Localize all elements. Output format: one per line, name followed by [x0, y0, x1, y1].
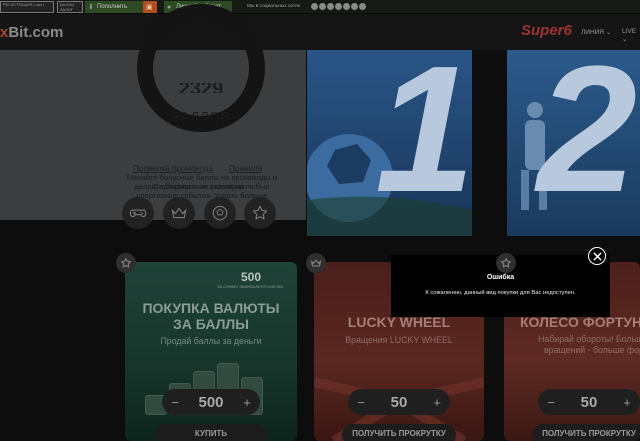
card-3-quantity-stepper: − 50 + [538, 389, 640, 415]
super6-badge[interactable]: Super6 [521, 22, 572, 39]
category-games-button[interactable] [122, 197, 154, 229]
social-icons [311, 3, 366, 10]
youtube-icon[interactable] [351, 3, 358, 10]
ok-icon[interactable] [359, 3, 366, 10]
top-bar: РЕГИСТРАЦИЯ | ник | БАЛЛЫ ЗАЛОГ ⬇ Пополн… [0, 0, 640, 14]
gift-icon: ▣ [146, 4, 153, 11]
site-logo[interactable]: xBit.com [0, 24, 63, 41]
category-vip-button[interactable] [163, 197, 195, 229]
points-box-text: БАЛЛЫ ЗАЛОГ [60, 2, 75, 12]
promo-check-link[interactable]: Проверка промокода [133, 164, 213, 173]
get-spin-button[interactable]: ПОЛУЧИТЬ ПРОКРУТКУ [342, 424, 456, 441]
modal-title: Ошибка [486, 274, 515, 281]
card-1-subtitle: Продай баллы за деньги [160, 336, 262, 346]
download-icon: ⬇ [88, 4, 94, 11]
buy-button[interactable]: КУПИТЬ [155, 424, 267, 441]
card-1-title-line2: ЗА БАЛЛЫ [173, 316, 249, 332]
banner-1-digit: 1 [375, 50, 472, 230]
points-label: БАЛЛОВ [171, 109, 231, 124]
banner-2-digit: 2 [537, 50, 638, 230]
modal-message: К сожалению, данный вид покупки для Вас … [425, 290, 576, 296]
bonus-hero: 2329 БАЛЛОВ Меняйте бонусные баллы на пр… [0, 4, 306, 229]
card-1-favorite-button[interactable] [116, 253, 136, 273]
card-1-title-line1: ПОКУПКА ВАЛЮТЫ [142, 300, 280, 316]
increase-button[interactable]: + [428, 393, 446, 411]
gamepad-icon [129, 209, 147, 218]
star-icon [121, 258, 131, 268]
modal-close-button[interactable] [588, 247, 606, 265]
logo-text: Bit.com [8, 24, 64, 41]
offer-card-currency: 500 ЗА СУММУ, ЭКВИВАЛЕНТНУЮ 500 ПОКУПКА … [125, 262, 297, 441]
nav-live-label: LIVE [622, 28, 637, 35]
card-2-quantity-stepper: − 50 + [348, 389, 450, 415]
card-1-price-sub: ЗА СУММУ, ЭКВИВАЛЕНТНУЮ 500 [217, 284, 284, 289]
promo-banner-1[interactable]: 1 [307, 50, 472, 236]
account-box[interactable]: РЕГИСТРАЦИЯ | ник | [0, 1, 54, 13]
sort-label: Сортировать по категории: [153, 182, 247, 191]
points-value: 2329 [147, 83, 255, 93]
category-favorites-button[interactable] [244, 197, 276, 229]
rules-link[interactable]: Правила [229, 164, 262, 173]
chevron-down-icon: ⌄ [622, 36, 628, 43]
decrease-button[interactable]: − [542, 393, 560, 411]
decrease-button[interactable]: − [166, 393, 184, 411]
star-icon [501, 258, 511, 268]
get-spin-button[interactable]: ПОЛУЧИТЬ ПРОКРУТКУ [532, 424, 640, 441]
crown-icon [171, 207, 187, 219]
account-box-text: РЕГИСТРАЦИЯ | ник | [3, 2, 44, 7]
social-label: Мы в социальных сетях [247, 4, 301, 9]
nav-line-label: ЛИНИЯ [581, 29, 604, 36]
card-3-subtitle-line2: вращений - больше фор [544, 345, 640, 355]
card-3-favorite-button[interactable] [496, 253, 516, 273]
telegram-icon[interactable] [343, 3, 350, 10]
card-1-stepper-value[interactable]: 500 [198, 394, 223, 411]
card-3-stepper-value[interactable]: 50 [581, 394, 598, 411]
site-header: xBit.com Super6 ЛИНИЯ ⌄ LIVE ⌄ [0, 14, 640, 50]
facebook-icon[interactable] [319, 3, 326, 10]
card-2-stepper-value[interactable]: 50 [391, 394, 408, 411]
vk-icon[interactable] [311, 3, 318, 10]
card-1-price: 500 [240, 270, 261, 284]
card-2-subtitle: Вращения LUCKY WHEEL [345, 335, 453, 345]
increase-button[interactable]: + [618, 393, 636, 411]
nav-line[interactable]: ЛИНИЯ ⌄ [581, 28, 611, 36]
soccer-ball-icon [212, 205, 228, 221]
points-box[interactable]: БАЛЛЫ ЗАЛОГ [57, 1, 83, 13]
deposit-button[interactable]: ⬇ Пополнить [85, 1, 143, 13]
card-1-quantity-stepper: − 500 + [162, 389, 260, 415]
star-icon [252, 205, 268, 220]
chevron-down-icon: ⌄ [605, 29, 612, 36]
card-2-vip-badge[interactable] [306, 253, 326, 273]
instagram-icon[interactable] [335, 3, 342, 10]
promo-banner-2[interactable]: 2 [507, 50, 640, 236]
increase-button[interactable]: + [238, 393, 256, 411]
category-sport-button[interactable] [204, 197, 236, 229]
decrease-button[interactable]: − [352, 393, 370, 411]
gift-button[interactable]: ▣ [143, 1, 157, 13]
card-3-subtitle-line1: Набирай обороты! Больш [538, 334, 640, 344]
close-icon [592, 251, 602, 261]
crown-icon [311, 259, 321, 267]
twitter-icon[interactable] [327, 3, 334, 10]
deposit-label: Пополнить [97, 4, 128, 10]
nav-live[interactable]: LIVE ⌄ [622, 28, 640, 43]
